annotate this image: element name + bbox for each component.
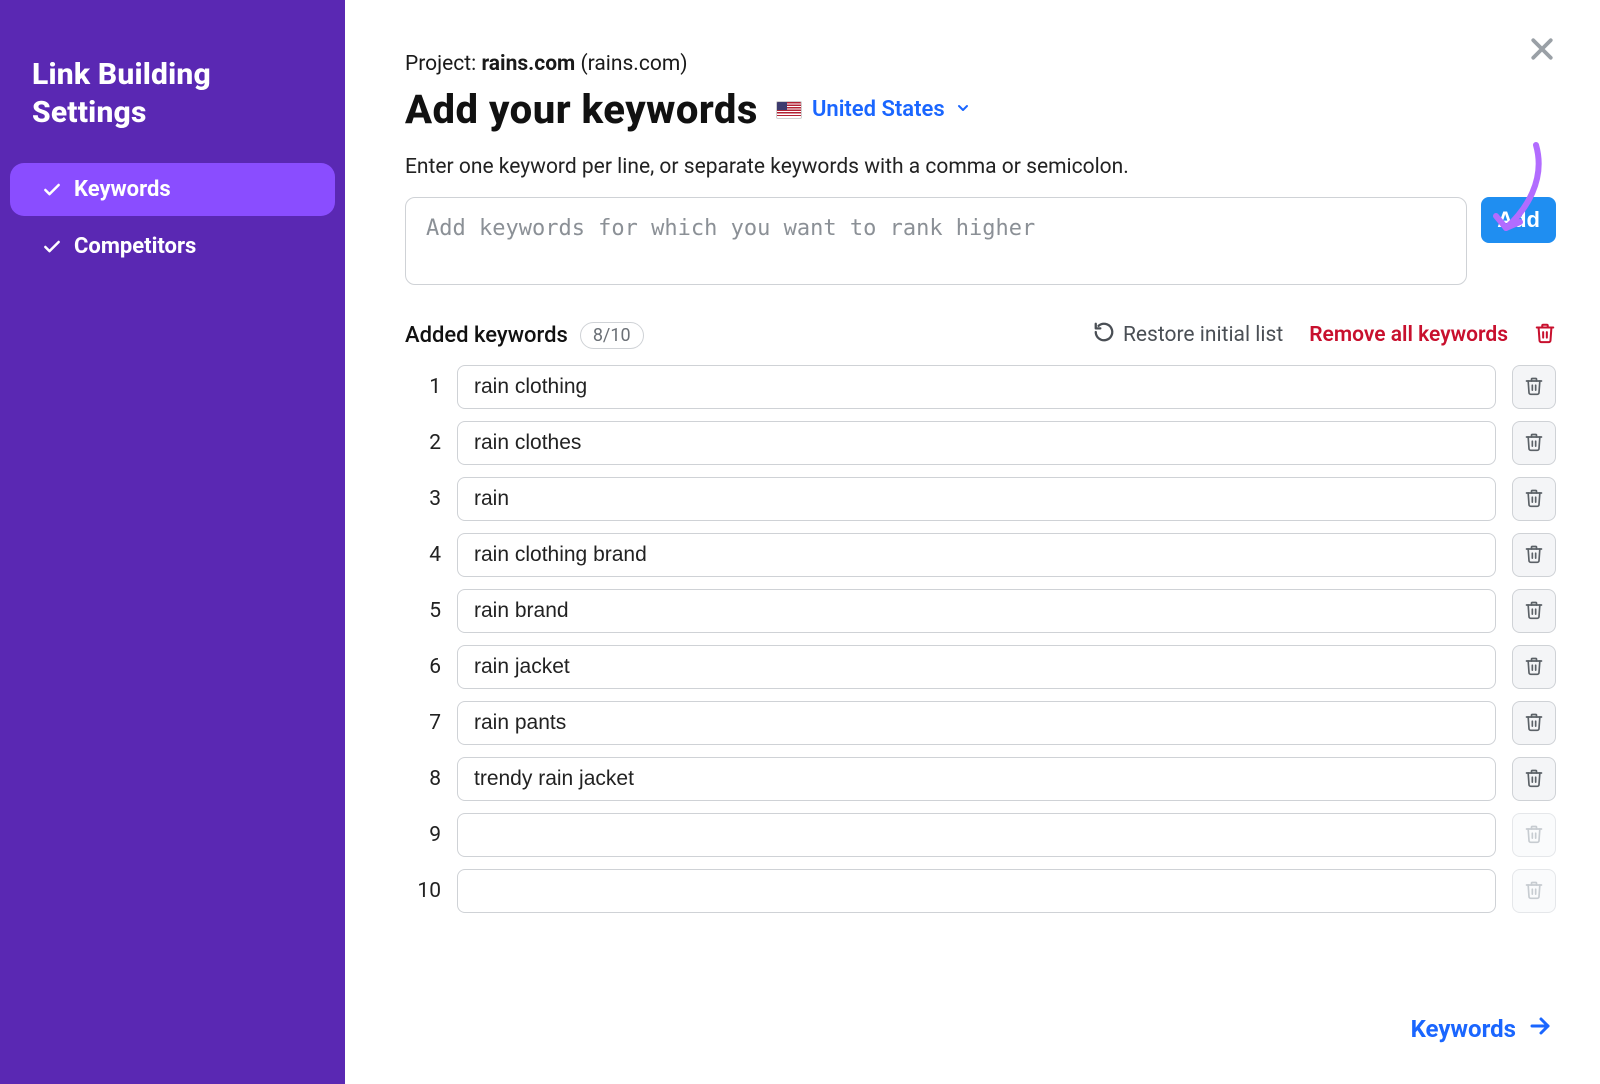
delete-keyword-button[interactable]: [1512, 589, 1556, 633]
row-number: 3: [405, 487, 441, 511]
delete-keyword-button: [1512, 813, 1556, 857]
delete-keyword-button: [1512, 869, 1556, 913]
keyword-row: 4: [405, 533, 1556, 577]
chevron-down-icon: [955, 97, 971, 122]
keyword-rows: 1 2 3 4 5 6 7 8 9 10: [405, 365, 1556, 913]
keyword-row: 8: [405, 757, 1556, 801]
arrow-right-icon: [1528, 1014, 1552, 1044]
project-domain: (rains.com): [580, 52, 687, 76]
restore-label: Restore initial list: [1123, 323, 1283, 347]
close-icon: [1527, 34, 1557, 67]
keyword-input[interactable]: [457, 757, 1496, 801]
keyword-row: 7: [405, 701, 1556, 745]
row-number: 1: [405, 375, 441, 399]
keyword-input[interactable]: [457, 477, 1496, 521]
trash-icon: [1524, 376, 1544, 399]
keyword-input[interactable]: [457, 813, 1496, 857]
delete-keyword-button[interactable]: [1512, 701, 1556, 745]
keyword-input[interactable]: [457, 701, 1496, 745]
keyword-input[interactable]: [457, 421, 1496, 465]
undo-icon: [1093, 321, 1115, 349]
keyword-row: 6: [405, 645, 1556, 689]
sidebar-title: Link Building Settings: [0, 56, 345, 159]
trash-icon: [1524, 824, 1544, 847]
remove-all-keywords[interactable]: Remove all keywords: [1309, 323, 1508, 347]
keyword-input[interactable]: [457, 533, 1496, 577]
country-picker[interactable]: United States: [776, 97, 971, 122]
us-flag-icon: [776, 101, 802, 119]
delete-keyword-button[interactable]: [1512, 757, 1556, 801]
row-number: 6: [405, 655, 441, 679]
add-button[interactable]: Add: [1481, 197, 1556, 243]
project-name: rains.com: [481, 52, 575, 76]
trash-icon: [1524, 880, 1544, 903]
row-number: 8: [405, 767, 441, 791]
keyword-input[interactable]: [457, 645, 1496, 689]
added-keywords-title: Added keywords: [405, 323, 568, 348]
delete-keyword-button[interactable]: [1512, 421, 1556, 465]
next-step-label: Keywords: [1411, 1015, 1516, 1043]
project-line: Project: rains.com (rains.com): [405, 52, 1556, 76]
close-button[interactable]: [1520, 28, 1564, 72]
added-count-badge: 8/10: [580, 322, 644, 349]
row-number: 4: [405, 543, 441, 567]
keyword-row: 10: [405, 869, 1556, 913]
trash-icon: [1524, 600, 1544, 623]
row-number: 5: [405, 599, 441, 623]
keyword-row: 5: [405, 589, 1556, 633]
sidebar: Link Building Settings Keywords Competit…: [0, 0, 345, 1084]
instructions-text: Enter one keyword per line, or separate …: [405, 155, 1556, 179]
trash-icon: [1524, 488, 1544, 511]
country-label: United States: [812, 97, 945, 122]
trash-icon: [1524, 712, 1544, 735]
sidebar-item-label: Competitors: [74, 234, 196, 259]
keyword-row: 2: [405, 421, 1556, 465]
sidebar-item-competitors[interactable]: Competitors: [10, 220, 335, 273]
project-prefix: Project:: [405, 52, 481, 76]
row-number: 9: [405, 823, 441, 847]
row-number: 10: [405, 879, 441, 903]
check-icon: [42, 180, 62, 200]
main: Project: rains.com (rains.com) Add your …: [345, 0, 1600, 1084]
restore-initial-list[interactable]: Restore initial list: [1093, 321, 1283, 349]
keyword-row: 3: [405, 477, 1556, 521]
check-icon: [42, 237, 62, 257]
keywords-textarea[interactable]: [405, 197, 1467, 285]
keyword-row: 9: [405, 813, 1556, 857]
remove-all-icon[interactable]: [1534, 322, 1556, 348]
row-number: 2: [405, 431, 441, 455]
trash-icon: [1524, 432, 1544, 455]
trash-icon: [1524, 656, 1544, 679]
page-title: Add your keywords: [405, 86, 758, 133]
row-number: 7: [405, 711, 441, 735]
sidebar-item-keywords[interactable]: Keywords: [10, 163, 335, 216]
next-step-link[interactable]: Keywords: [1411, 1014, 1552, 1044]
delete-keyword-button[interactable]: [1512, 645, 1556, 689]
delete-keyword-button[interactable]: [1512, 533, 1556, 577]
delete-keyword-button[interactable]: [1512, 477, 1556, 521]
keyword-input[interactable]: [457, 589, 1496, 633]
delete-keyword-button[interactable]: [1512, 365, 1556, 409]
keyword-input[interactable]: [457, 365, 1496, 409]
keyword-input[interactable]: [457, 869, 1496, 913]
trash-icon: [1524, 544, 1544, 567]
trash-icon: [1524, 768, 1544, 791]
sidebar-item-label: Keywords: [74, 177, 171, 202]
keyword-row: 1: [405, 365, 1556, 409]
